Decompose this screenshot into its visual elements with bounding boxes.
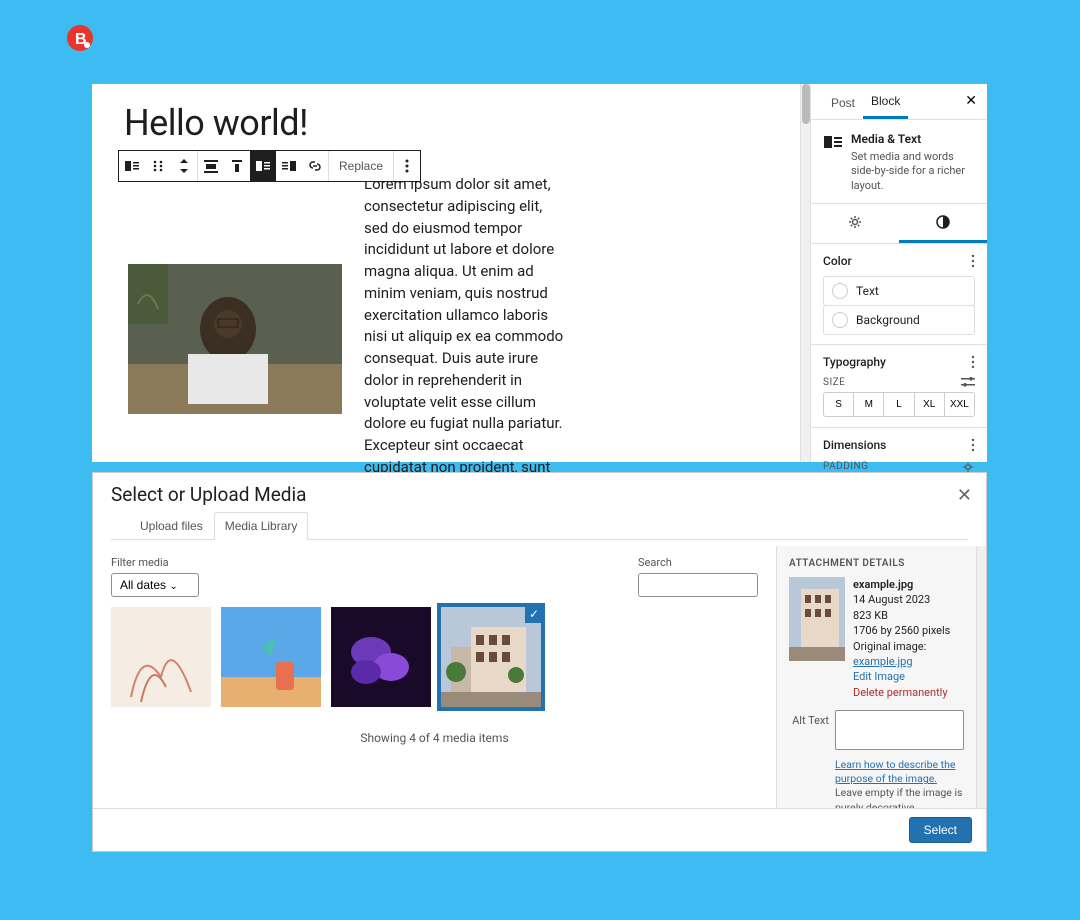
attachment-heading: ATTACHMENT DETAILS <box>789 558 964 569</box>
block-card: Media & Text Set media and words side-by… <box>811 120 987 204</box>
padding-label: PADDING <box>823 461 868 472</box>
size-xl[interactable]: XL <box>915 393 945 416</box>
size-s[interactable]: S <box>824 393 854 416</box>
text-color-button[interactable]: Text <box>823 276 975 306</box>
block-description: Set media and words side-by-side for a r… <box>851 150 975 193</box>
original-image-link[interactable]: example.jpg <box>853 655 913 668</box>
bg-color-label: Background <box>856 313 920 327</box>
select-button[interactable]: Select <box>909 817 972 843</box>
attachment-filename: example.jpg <box>853 577 964 592</box>
size-m[interactable]: M <box>854 393 884 416</box>
modal-title: Select or Upload Media <box>111 483 968 506</box>
close-modal-icon[interactable]: ✕ <box>957 485 972 506</box>
attachment-thumb <box>789 577 845 661</box>
attachment-dimensions: 1706 by 2560 pixels <box>853 623 964 638</box>
typography-menu-icon[interactable] <box>971 355 975 369</box>
tab-upload-files[interactable]: Upload files <box>129 512 214 540</box>
delete-permanently-link[interactable]: Delete permanently <box>853 685 964 700</box>
dimensions-menu-icon[interactable] <box>971 438 975 452</box>
editor-window: Hello world! Replace <box>92 84 987 462</box>
settings-tab-icon[interactable] <box>811 204 899 243</box>
link-button[interactable] <box>302 151 328 181</box>
styles-tab-icon[interactable] <box>899 204 987 243</box>
alt-help-text: Leave empty if the image is purely decor… <box>835 786 962 808</box>
paragraph-text[interactable]: Lorem ipsum dolor sit amet, consectetur … <box>364 174 564 500</box>
media-text-icon <box>823 132 843 152</box>
drag-handle-icon[interactable] <box>145 151 171 181</box>
alt-help-link[interactable]: Learn how to describe the purpose of the… <box>835 758 955 785</box>
inspector-sidebar: Post Block ✕ Media & Text Set media and … <box>810 84 987 462</box>
tab-block[interactable]: Block <box>863 84 908 119</box>
media-thumb-1[interactable] <box>111 607 211 707</box>
date-filter-select[interactable]: All dates ⌄ <box>111 573 199 597</box>
color-heading: Color <box>823 254 975 268</box>
media-count-text: Showing 4 of 4 media items <box>111 731 758 745</box>
size-label: SIZE <box>823 377 845 388</box>
alt-text-label: Alt Text <box>789 710 829 727</box>
chevron-down-icon: ⌄ <box>169 581 177 592</box>
size-segmented-control: S M L XL XXL <box>823 392 975 417</box>
text-color-label: Text <box>856 284 879 298</box>
tab-media-library[interactable]: Media Library <box>214 512 309 540</box>
alt-text-input[interactable] <box>835 710 964 750</box>
media-thumb-3[interactable] <box>331 607 431 707</box>
scrollbar[interactable] <box>800 84 810 462</box>
media-thumb-4[interactable] <box>441 607 541 707</box>
vertical-align-button[interactable] <box>224 151 250 181</box>
media-text-block[interactable]: Lorem ipsum dolor sit amet, consectetur … <box>128 264 790 500</box>
block-type-icon[interactable] <box>119 151 145 181</box>
typography-heading: Typography <box>823 355 975 369</box>
media-thumb-2[interactable] <box>221 607 321 707</box>
size-xxl[interactable]: XXL <box>945 393 974 416</box>
filter-label: Filter media <box>111 556 199 569</box>
edit-image-link[interactable]: Edit Image <box>853 669 964 684</box>
media-right-button[interactable] <box>276 151 302 181</box>
media-left-button[interactable] <box>250 151 276 181</box>
modal-scrollbar[interactable] <box>976 546 986 808</box>
media-grid-area: Filter media All dates ⌄ Search Showing … <box>93 546 776 808</box>
search-label: Search <box>638 556 758 569</box>
attachment-sidebar: ATTACHMENT DETAILS example.jpg 14 August… <box>776 546 976 808</box>
post-title[interactable]: Hello world! <box>124 102 790 144</box>
bg-color-button[interactable]: Background <box>823 305 975 335</box>
more-options-icon[interactable] <box>394 151 420 181</box>
size-l[interactable]: L <box>884 393 914 416</box>
move-updown-icon[interactable] <box>171 151 197 181</box>
attachment-date: 14 August 2023 <box>853 592 964 607</box>
align-button[interactable] <box>198 151 224 181</box>
media-modal: Select or Upload Media ✕ Upload files Me… <box>92 472 987 852</box>
attachment-filesize: 823 KB <box>853 608 964 623</box>
close-inspector-icon[interactable]: ✕ <box>965 92 977 109</box>
text-color-swatch <box>832 283 848 299</box>
brand-logo: B <box>66 24 94 52</box>
editor-canvas[interactable]: Hello world! Replace <box>92 84 800 462</box>
color-menu-icon[interactable] <box>971 254 975 268</box>
tab-post[interactable]: Post <box>823 84 863 119</box>
replace-button[interactable]: Replace <box>329 151 393 181</box>
block-toolbar: Replace <box>118 150 421 182</box>
block-name: Media & Text <box>851 132 975 146</box>
original-prefix: Original image: <box>853 640 926 653</box>
dimensions-heading: Dimensions <box>823 438 975 452</box>
media-image[interactable] <box>128 264 342 414</box>
size-settings-icon[interactable] <box>961 377 975 387</box>
search-input[interactable] <box>638 573 758 597</box>
bg-color-swatch <box>832 312 848 328</box>
